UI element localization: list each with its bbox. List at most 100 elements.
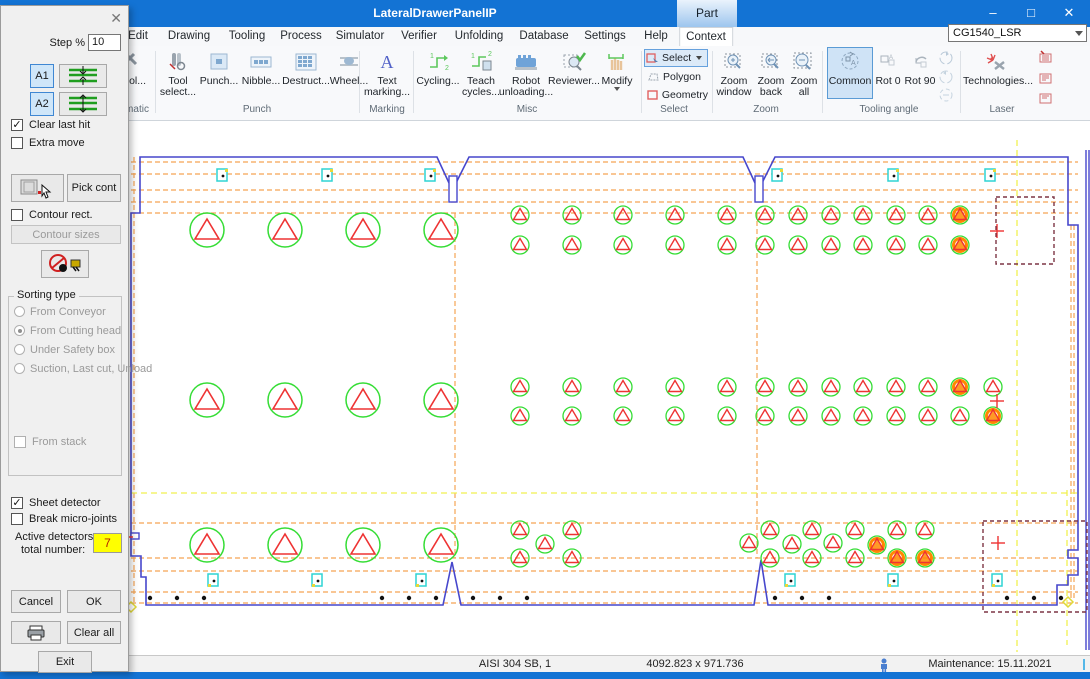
destruct-icon: [293, 48, 319, 76]
a1-button[interactable]: A1: [30, 64, 54, 88]
dialog-close-icon[interactable]: ✕: [110, 10, 122, 27]
select-mode-button[interactable]: Select: [644, 49, 708, 67]
exit-button[interactable]: Exit: [38, 651, 92, 673]
zoom-all-button[interactable]: Zoom all: [789, 48, 819, 102]
laser-table-icon[interactable]: [1038, 49, 1054, 65]
contour-rect-label: Contour rect.: [29, 209, 93, 221]
sort-option-from-conveyor[interactable]: From Conveyor: [14, 302, 124, 321]
destruct-button[interactable]: Destruct...: [283, 48, 329, 102]
menu-item-tooling[interactable]: Tooling: [223, 27, 271, 46]
rotate-ccw-icon[interactable]: [938, 69, 954, 85]
chevron-down-icon: [1075, 31, 1083, 36]
menu-item-verifier[interactable]: Verifier: [395, 27, 443, 46]
menu-item-context[interactable]: Context: [679, 27, 733, 47]
teach-cycles-button[interactable]: 12 Teach cycles...: [461, 48, 501, 102]
a1-align-icon: [65, 66, 101, 86]
break-micro-joints-checkbox[interactable]: [11, 513, 23, 525]
menu-item-unfolding[interactable]: Unfolding: [449, 27, 510, 46]
common-angle-button[interactable]: A Common: [827, 47, 873, 99]
group-label-marking: Marking: [369, 103, 405, 117]
reviewer-button[interactable]: Reviewer...: [552, 48, 596, 102]
group-divider: [641, 51, 642, 113]
part-tab[interactable]: Part: [677, 0, 737, 27]
ribbon: Tool... matic Tool select... Punch... Ni…: [0, 46, 1090, 121]
svg-text:A: A: [381, 52, 394, 72]
window-title: LateralDrawerPanelIP: [330, 0, 540, 27]
status-tick: [1083, 659, 1085, 670]
machine-select[interactable]: CG1540_LSR: [948, 24, 1087, 42]
svg-text:2: 2: [488, 51, 492, 58]
text-marking-button[interactable]: A Text marking...: [363, 48, 411, 102]
svg-text:A: A: [851, 60, 856, 67]
a2-button[interactable]: A2: [30, 92, 54, 116]
contour-rect-checkbox[interactable]: [11, 209, 23, 221]
zoom-back-button[interactable]: Zoom back: [753, 48, 789, 102]
a2-align-button[interactable]: [59, 92, 107, 116]
radio-icon[interactable]: [14, 325, 25, 336]
contour-sizes-button[interactable]: Contour sizes: [11, 225, 121, 244]
pick-cont-button[interactable]: Pick cont: [67, 174, 121, 202]
technologies-button[interactable]: Technologies...: [965, 48, 1031, 102]
menu-item-process[interactable]: Process: [274, 27, 328, 46]
group-divider: [712, 51, 713, 113]
sort-option-under-safety-box[interactable]: Under Safety box: [14, 340, 124, 359]
remove-hits-button[interactable]: [41, 250, 89, 278]
sort-option-from-cutting-head[interactable]: From Cutting head: [14, 321, 124, 340]
group-label-zoom: Zoom: [753, 103, 779, 117]
menu-item-drawing[interactable]: Drawing: [162, 27, 216, 46]
rotate-cw-icon[interactable]: [938, 50, 954, 66]
ok-button[interactable]: OK: [67, 590, 121, 613]
group-divider: [359, 51, 360, 113]
from-stack-checkbox[interactable]: [14, 436, 26, 448]
a1-align-button[interactable]: [59, 64, 107, 88]
minimize-button[interactable]: –: [976, 0, 1010, 27]
laser-param-icon[interactable]: [1038, 90, 1054, 106]
polygon-select-button[interactable]: Polygon: [646, 69, 706, 85]
sheet-detector-checkbox[interactable]: ✓: [11, 497, 23, 509]
sort-option-label: From Cutting head: [30, 325, 121, 337]
clear-last-hit-checkbox[interactable]: ✓: [11, 119, 23, 131]
step-input[interactable]: 10: [88, 34, 121, 51]
svg-text:2: 2: [445, 65, 449, 72]
printer-icon: [26, 625, 46, 641]
teach-cycles-icon: 12: [468, 48, 494, 76]
maintenance-status: Maintenance: 15.11.2021: [910, 656, 1070, 673]
nibble-button[interactable]: Nibble...: [240, 48, 282, 102]
contour-pick-mode-button[interactable]: [11, 174, 64, 202]
application-window: LateralDrawerPanelIP Part – □ ✕ EditDraw…: [0, 0, 1090, 679]
geometry-select-button[interactable]: Geometry: [646, 87, 708, 103]
print-button[interactable]: [11, 621, 61, 644]
status-bar: AISI 304 SB, 1 4092.823 x 971.736 Mainte…: [0, 655, 1090, 673]
menu-item-database[interactable]: Database: [513, 27, 574, 46]
laser-cut-icon[interactable]: [1038, 70, 1054, 86]
group-label-tooling-angle: Tooling angle: [860, 103, 919, 117]
radio-icon[interactable]: [14, 306, 25, 317]
radio-icon[interactable]: [14, 363, 25, 374]
extra-move-checkbox[interactable]: [11, 137, 23, 149]
cycling-button[interactable]: 12 Cycling...: [416, 48, 460, 102]
window-bottom-edge: [0, 672, 1090, 679]
menu-item-settings[interactable]: Settings: [578, 27, 632, 46]
maximize-button[interactable]: □: [1014, 0, 1048, 27]
robot-unloading-button[interactable]: Robot unloading...: [501, 48, 551, 102]
close-button[interactable]: ✕: [1052, 0, 1086, 27]
rot-0-icon: A: [876, 48, 900, 76]
menu-item-simulator[interactable]: Simulator: [330, 27, 391, 46]
rot-90-button[interactable]: Rot 90: [904, 48, 936, 102]
punch-button[interactable]: Punch...: [199, 48, 239, 102]
zoom-window-icon: [721, 48, 747, 76]
sort-option-suction-last-cut-unload[interactable]: Suction, Last cut, Unload: [14, 359, 124, 378]
punch-icon: [207, 48, 231, 76]
title-bar[interactable]: LateralDrawerPanelIP Part – □ ✕: [0, 0, 1090, 27]
zoom-window-button[interactable]: Zoom window: [715, 48, 753, 102]
modify-button[interactable]: Modify: [597, 48, 637, 102]
cancel-button[interactable]: Cancel: [11, 590, 61, 613]
tool-select-button[interactable]: Tool select...: [158, 48, 198, 102]
rotate-180-icon[interactable]: [938, 87, 954, 103]
sorting-options: From Conveyor From Cutting head Under Safe…: [14, 302, 124, 378]
clear-all-button[interactable]: Clear all: [67, 621, 121, 644]
menu-item-help[interactable]: Help: [638, 27, 674, 46]
radio-icon[interactable]: [14, 344, 25, 355]
rot-0-button[interactable]: A Rot 0: [873, 48, 903, 102]
active-detectors-count: 7: [93, 533, 122, 553]
